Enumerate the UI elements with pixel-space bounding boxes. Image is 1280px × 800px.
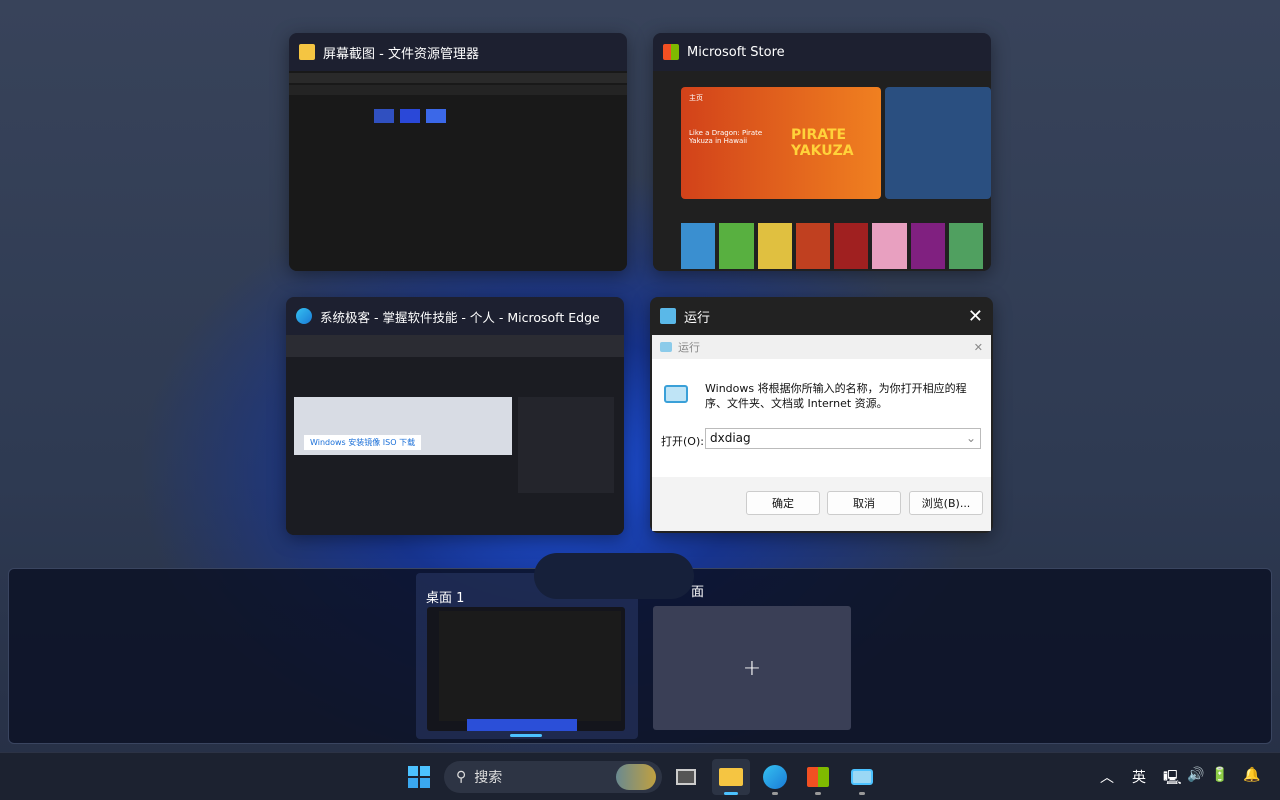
store-icon [663, 44, 679, 60]
start-button[interactable] [400, 759, 438, 795]
close-icon[interactable]: ✕ [968, 306, 983, 327]
windows-icon [408, 766, 430, 788]
window-preview [289, 71, 627, 271]
overlay-pill [534, 553, 694, 599]
taskbar-store[interactable] [799, 759, 837, 795]
taskbar-file-explorer[interactable] [712, 759, 750, 795]
taskbar-run[interactable] [843, 759, 881, 795]
run-app-icon [664, 385, 688, 403]
plus-icon: + [742, 655, 762, 681]
folder-icon [299, 44, 315, 60]
close-icon[interactable]: ✕ [974, 341, 983, 354]
search-box[interactable]: ⚲ 搜索 [444, 761, 662, 793]
search-highlight-icon [616, 764, 656, 790]
network-icon[interactable]: 🖳 [1163, 767, 1182, 791]
window-title: 屏幕截图 - 文件资源管理器 [323, 46, 479, 62]
browse-button[interactable]: 浏览(B)... [909, 491, 983, 515]
cancel-button[interactable]: 取消 [827, 491, 901, 515]
volume-icon[interactable]: 🔊 [1187, 767, 1204, 783]
game-logo: PIRATE YAKUZA [791, 127, 854, 159]
desktop-label: 桌面 1 [426, 591, 465, 606]
window-title: 系统极客 - 掌握软件技能 - 个人 - Microsoft Edge [320, 309, 600, 325]
edge-banner: Windows 安装镜像 ISO 下载 [304, 435, 422, 450]
chevron-down-icon[interactable]: ⌄ [966, 431, 976, 445]
store-home-label: 主页 [689, 94, 703, 102]
folder-icon [719, 768, 743, 786]
desktop-label: 面 [691, 585, 705, 600]
dialog-title: 运行 [678, 341, 700, 354]
window-file-explorer[interactable]: 屏幕截图 - 文件资源管理器 [289, 33, 627, 271]
run-icon [660, 308, 676, 324]
new-desktop-button[interactable]: + [653, 606, 851, 730]
window-microsoft-store[interactable]: Microsoft Store 主页 Like a Dragon: Pirate… [653, 33, 991, 271]
notification-bell-icon[interactable]: 🔔 [1243, 767, 1260, 783]
search-icon: ⚲ [456, 769, 467, 785]
run-description: Windows 将根据你所输入的名称，为你打开相应的程序、文件夹、文档或 Int… [705, 382, 967, 410]
window-preview: 主页 Like a Dragon: Pirate Yakuza in Hawai… [653, 71, 991, 271]
open-input[interactable]: dxdiag ⌄ [705, 428, 981, 449]
chevron-up-icon[interactable]: ︿ [1100, 767, 1114, 787]
run-icon [660, 342, 672, 352]
window-edge[interactable]: 系统极客 - 掌握软件技能 - 个人 - Microsoft Edge Wind… [286, 297, 624, 535]
taskbar-edge[interactable] [756, 759, 794, 795]
open-label: 打开(O): [661, 435, 704, 448]
battery-icon[interactable]: 🔋 [1211, 767, 1228, 783]
hero-title: Like a Dragon: Pirate Yakuza in Hawaii [689, 129, 763, 145]
edge-icon [763, 765, 787, 789]
window-preview: Windows 安装镜像 ISO 下载 [286, 335, 624, 535]
task-view-icon [676, 769, 696, 785]
edge-icon [296, 308, 312, 324]
task-view-button[interactable] [667, 759, 705, 795]
run-icon [851, 769, 873, 785]
ime-indicator[interactable]: 英 [1132, 767, 1146, 787]
taskbar: ⚲ 搜索 ︿ 英 🖳 🔊 🔋 🔔 [0, 752, 1280, 800]
store-icon [807, 767, 829, 787]
window-title: Microsoft Store [687, 44, 785, 60]
ok-button[interactable]: 确定 [746, 491, 820, 515]
window-run[interactable]: 运行 ✕ 运行 ✕ Windows 将根据你所输入的名称，为你打开相应的程序、文件夹… [650, 297, 993, 533]
window-title: 运行 [684, 310, 711, 326]
search-placeholder: 搜索 [474, 770, 503, 786]
desktop-preview [427, 607, 625, 731]
